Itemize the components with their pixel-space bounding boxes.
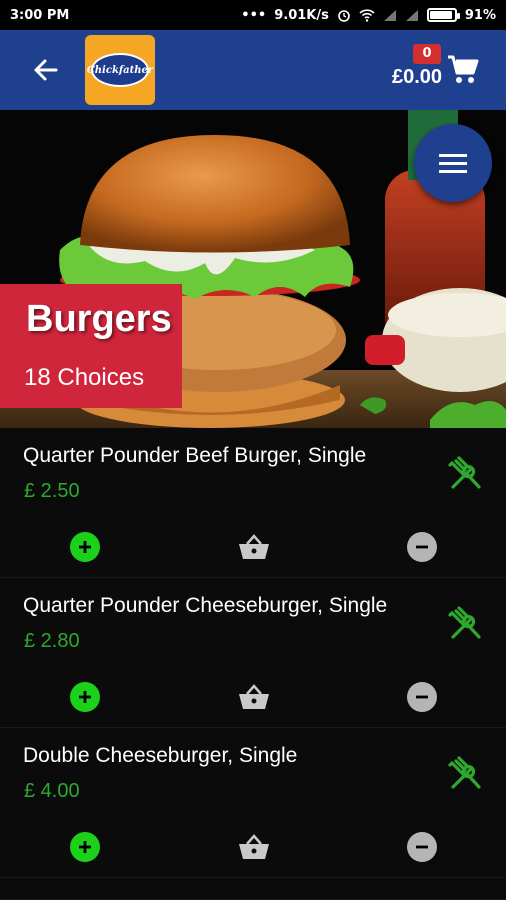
cart-total: £0.00 bbox=[392, 66, 443, 88]
remove-button[interactable] bbox=[407, 832, 437, 862]
menu-item-partial[interactable] bbox=[0, 878, 506, 900]
category-banner: Burgers 18 Choices bbox=[0, 284, 182, 408]
network-speed: 9.01K/s bbox=[274, 7, 329, 23]
menu-item[interactable]: Quarter Pounder Cheeseburger, Single £ 2… bbox=[0, 578, 506, 728]
remove-button[interactable] bbox=[407, 532, 437, 562]
app-header: Chickfather 0 £0.00 bbox=[0, 30, 506, 110]
battery-icon bbox=[426, 8, 460, 22]
add-button[interactable] bbox=[70, 532, 100, 562]
category-count: 18 Choices bbox=[24, 364, 145, 391]
battery-level bbox=[429, 11, 452, 19]
menu-button[interactable] bbox=[414, 124, 492, 202]
minus-icon bbox=[416, 845, 428, 849]
status-time: 3:00 PM bbox=[10, 7, 70, 23]
category-hero: Burgers 18 Choices bbox=[0, 110, 506, 428]
item-name: Double Cheeseburger, Single bbox=[23, 744, 298, 767]
cart-button[interactable]: 0 £0.00 bbox=[392, 42, 482, 102]
remove-button[interactable] bbox=[407, 682, 437, 712]
status-icons: ••• 9.01K/s 91% bbox=[241, 8, 496, 23]
menu-item[interactable]: Quarter Pounder Beef Burger, Single £ 2.… bbox=[0, 428, 506, 578]
minus-icon bbox=[416, 695, 428, 699]
brand-logo[interactable]: Chickfather bbox=[85, 35, 155, 105]
back-button[interactable] bbox=[30, 54, 62, 86]
plus-icon bbox=[79, 691, 91, 703]
battery-percent: 91% bbox=[464, 7, 496, 23]
minus-icon bbox=[416, 545, 428, 549]
basket-icon bbox=[239, 834, 269, 859]
cutlery-icon bbox=[448, 456, 481, 489]
item-price: £ 4.00 bbox=[24, 780, 80, 802]
wifi-icon bbox=[359, 8, 375, 22]
item-name: Quarter Pounder Cheeseburger, Single bbox=[23, 594, 388, 617]
item-name: Quarter Pounder Beef Burger, Single bbox=[23, 444, 367, 467]
cart-icon bbox=[448, 55, 479, 83]
basket-icon bbox=[239, 684, 269, 709]
add-button[interactable] bbox=[70, 832, 100, 862]
signal-icon-2 bbox=[405, 9, 418, 21]
signal-icon bbox=[383, 9, 396, 21]
logo-emblem: Chickfather bbox=[87, 53, 153, 87]
category-title: Burgers bbox=[26, 298, 172, 340]
basket-button[interactable] bbox=[236, 682, 272, 712]
basket-button[interactable] bbox=[236, 532, 272, 562]
cart-count-badge: 0 bbox=[413, 44, 441, 64]
menu-item[interactable]: Double Cheeseburger, Single £ 4.00 bbox=[0, 728, 506, 878]
alarm-icon bbox=[338, 10, 350, 22]
basket-button[interactable] bbox=[236, 832, 272, 862]
status-bar: 3:00 PM ••• 9.01K/s 91% bbox=[0, 0, 506, 30]
logo-text: Chickfather bbox=[86, 64, 154, 76]
cutlery-icon bbox=[448, 756, 481, 789]
dots-icon: ••• bbox=[241, 7, 267, 23]
plus-icon bbox=[79, 541, 91, 553]
hamburger-menu-icon bbox=[439, 154, 467, 173]
back-arrow-icon bbox=[34, 59, 58, 81]
item-price: £ 2.80 bbox=[24, 630, 80, 652]
add-button[interactable] bbox=[70, 682, 100, 712]
basket-icon bbox=[239, 534, 269, 559]
item-price: £ 2.50 bbox=[24, 480, 80, 502]
cutlery-icon bbox=[448, 606, 481, 639]
plus-icon bbox=[79, 841, 91, 853]
